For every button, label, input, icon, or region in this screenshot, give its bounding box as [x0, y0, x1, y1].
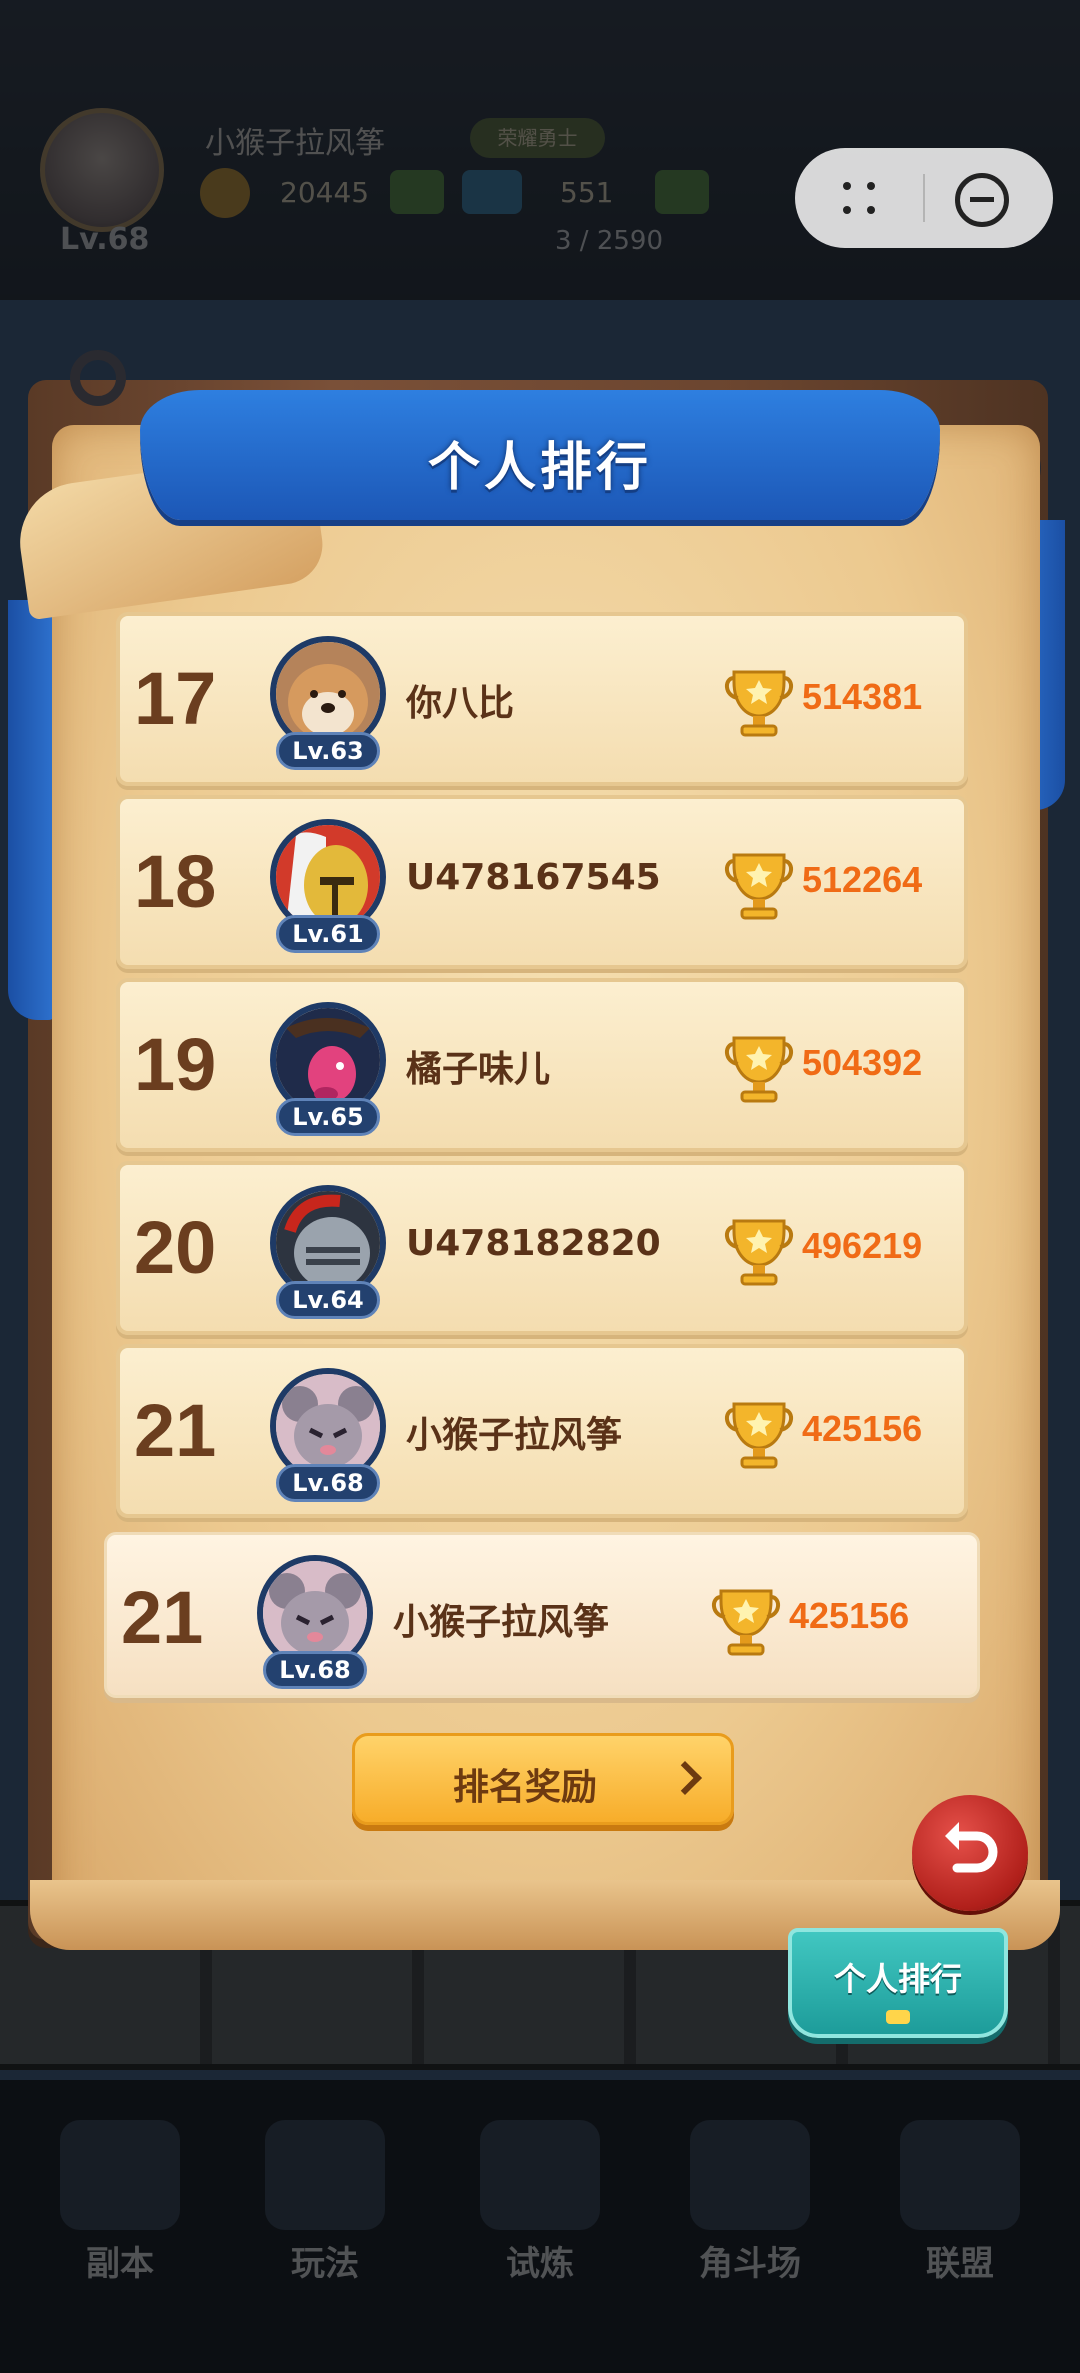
arena-icon — [690, 2120, 810, 2230]
player-name: 小猴子拉风筝 — [406, 1415, 623, 1456]
capsule-divider — [923, 174, 925, 222]
my-level-badge: Lv.68 — [263, 1651, 367, 1689]
close-mini-program-icon[interactable] — [955, 173, 1009, 227]
more-options-icon[interactable] — [839, 178, 879, 218]
rank-number: 21 — [134, 1389, 217, 1472]
gameplay-icon — [265, 2120, 385, 2230]
player-level-badge: Lv.64 — [276, 1281, 380, 1319]
alliance-icon — [900, 2120, 1020, 2230]
rank-number: 20 — [134, 1206, 217, 1289]
trophy-icon — [725, 1402, 793, 1469]
return-seal-button[interactable] — [912, 1795, 1028, 1911]
dungeon-icon — [60, 2120, 180, 2230]
ranking-row[interactable]: 20 Lv.64 U478182820 496219 — [116, 1161, 968, 1335]
nav-item-dungeon: 副本 — [50, 2120, 190, 2284]
player-level-badge: Lv.65 — [276, 1098, 380, 1136]
return-arrow-icon — [945, 1822, 998, 1873]
blue-drape-left — [8, 600, 58, 1020]
add-gems-button — [655, 170, 709, 214]
player-score: 504392 — [802, 1042, 923, 1083]
rank-number: 17 — [134, 657, 217, 740]
player-level-badge: Lv.68 — [276, 1464, 380, 1502]
trophy-icon — [725, 1036, 793, 1103]
nav-item-alliance: 联盟 — [890, 2120, 1030, 2284]
rank-reward-button[interactable]: 排名奖励 — [352, 1733, 734, 1825]
player-level-badge: Lv.63 — [276, 732, 380, 770]
my-rank-number: 21 — [121, 1576, 204, 1659]
player-score: 496219 — [802, 1225, 923, 1266]
iron-ring-left — [70, 350, 126, 406]
player-name: U478182820 — [406, 1223, 661, 1264]
background-player-name: 小猴子拉风筝 — [205, 126, 385, 161]
panel-title: 个人排行 — [427, 438, 652, 498]
background-title-badge: 荣耀勇士 — [470, 118, 605, 158]
player-name: U478167545 — [406, 857, 661, 898]
nav-item-arena: 角斗场 — [680, 2120, 820, 2284]
my-score: 425156 — [789, 1595, 910, 1636]
rank-number: 18 — [134, 840, 217, 923]
background-gems: 551 — [560, 176, 614, 209]
nav-item-gameplay: 玩法 — [255, 2120, 395, 2284]
player-name: 橘子味儿 — [406, 1049, 551, 1090]
background-player-level: Lv.68 — [60, 222, 150, 257]
player-score: 425156 — [802, 1408, 923, 1449]
background-player-avatar — [40, 108, 164, 232]
ranking-row[interactable]: 17 Lv.63 你八比 514381 — [116, 612, 968, 786]
my-player-name: 小猴子拉风筝 — [393, 1602, 610, 1643]
nav-item-trial: 试炼 — [470, 2120, 610, 2284]
mini-program-capsule — [795, 148, 1053, 248]
player-name: 你八比 — [406, 683, 515, 724]
trophy-icon — [712, 1589, 780, 1656]
player-score: 512264 — [802, 859, 923, 900]
my-ranking-row[interactable]: 21 Lv.68 小猴子拉风筝 425156 — [104, 1532, 980, 1698]
trophy-icon — [725, 670, 793, 737]
player-score: 514381 — [802, 676, 923, 717]
tab-active-indicator — [886, 2010, 910, 2024]
rank-reward-label: 排名奖励 — [452, 1767, 597, 1808]
add-coins-button — [390, 170, 444, 214]
trophy-icon — [725, 853, 793, 920]
ranking-row[interactable]: 18 Lv.61 U478167545 512264 — [116, 795, 968, 969]
ranking-row[interactable]: 19 Lv.65 橘子味儿 504392 — [116, 978, 968, 1152]
trial-icon — [480, 2120, 600, 2230]
tab-personal-ranking-label: 个人排行 — [833, 1960, 962, 1998]
player-level-badge: Lv.61 — [276, 915, 380, 953]
tab-personal-ranking[interactable]: 个人排行 — [788, 1928, 1008, 2038]
background-stamina: 3 / 2590 — [555, 226, 663, 256]
rank-number: 19 — [134, 1023, 217, 1106]
ranking-row[interactable]: 21 Lv.68 小猴子拉风筝 425156 — [116, 1344, 968, 1518]
trophy-icon — [725, 1219, 793, 1286]
background-coins: 20445 — [280, 176, 370, 209]
coin-icon — [200, 168, 250, 218]
gem-icon — [462, 170, 522, 214]
